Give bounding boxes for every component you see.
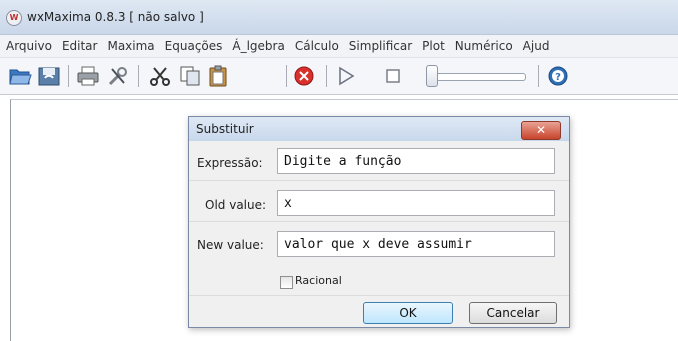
settings-tools-icon[interactable] (106, 65, 130, 87)
row-divider (189, 180, 569, 181)
menu-plot[interactable]: Plot (422, 39, 445, 53)
cancel-button[interactable]: Cancelar (469, 302, 557, 324)
menu-calculo[interactable]: Cálculo (295, 39, 339, 53)
close-icon[interactable]: ✕ (521, 121, 561, 140)
rational-label: Racional (295, 274, 342, 287)
toolbar-separator (538, 65, 539, 87)
menu-simplificar[interactable]: Simplificar (349, 39, 412, 53)
menubar: Arquivo Editar Maxima Equações Á_lgebra … (0, 35, 678, 58)
old-value-input[interactable] (277, 190, 555, 216)
expression-label: Expressão: (197, 156, 263, 170)
square-stop-icon[interactable] (382, 65, 406, 87)
wxmaxima-app-icon: W (6, 10, 22, 26)
menu-numerico[interactable]: Numérico (455, 39, 513, 53)
cut-icon[interactable] (148, 65, 172, 87)
ok-button[interactable]: OK (363, 302, 453, 324)
menu-editar[interactable]: Editar (62, 39, 98, 53)
print-icon[interactable] (76, 65, 100, 87)
menu-equacoes[interactable]: Equações (165, 39, 223, 53)
svg-text:?: ? (555, 72, 561, 83)
slider-track[interactable] (432, 73, 526, 81)
row-divider (189, 295, 569, 296)
play-icon[interactable] (334, 65, 358, 87)
toolbar: ? (0, 58, 678, 95)
old-value-label: Old value: (205, 198, 267, 212)
new-value-label: New value: (197, 238, 264, 252)
toolbar-separator (138, 65, 139, 87)
toolbar-separator (68, 65, 69, 87)
dialog-titlebar: Substituir ✕ (189, 117, 569, 141)
toolbar-separator (286, 65, 287, 87)
help-icon[interactable]: ? (546, 65, 570, 87)
menu-algebra[interactable]: Á_lgebra (232, 39, 284, 53)
expression-input[interactable] (277, 148, 555, 174)
menu-arquivo[interactable]: Arquivo (6, 39, 52, 53)
open-folder-icon[interactable] (8, 65, 32, 87)
menu-maxima[interactable]: Maxima (107, 39, 154, 53)
stop-icon[interactable] (292, 65, 316, 87)
substituir-dialog: Substituir ✕ Expressão: Old value: New v… (188, 116, 570, 328)
window-title: wxMaxima 0.8.3 [ não salvo ] (27, 10, 204, 24)
copy-icon[interactable] (178, 65, 202, 87)
row-divider (189, 221, 569, 222)
menu-ajuda[interactable]: Ajud (523, 39, 550, 53)
dialog-title: Substituir (196, 122, 254, 136)
slider-thumb[interactable] (426, 65, 438, 87)
save-icon[interactable] (37, 65, 61, 87)
new-value-input[interactable] (277, 231, 555, 257)
toolbar-separator (326, 65, 327, 87)
paste-icon[interactable] (206, 65, 230, 87)
window-titlebar: W wxMaxima 0.8.3 [ não salvo ] (0, 0, 678, 35)
rational-checkbox[interactable] (280, 276, 293, 289)
